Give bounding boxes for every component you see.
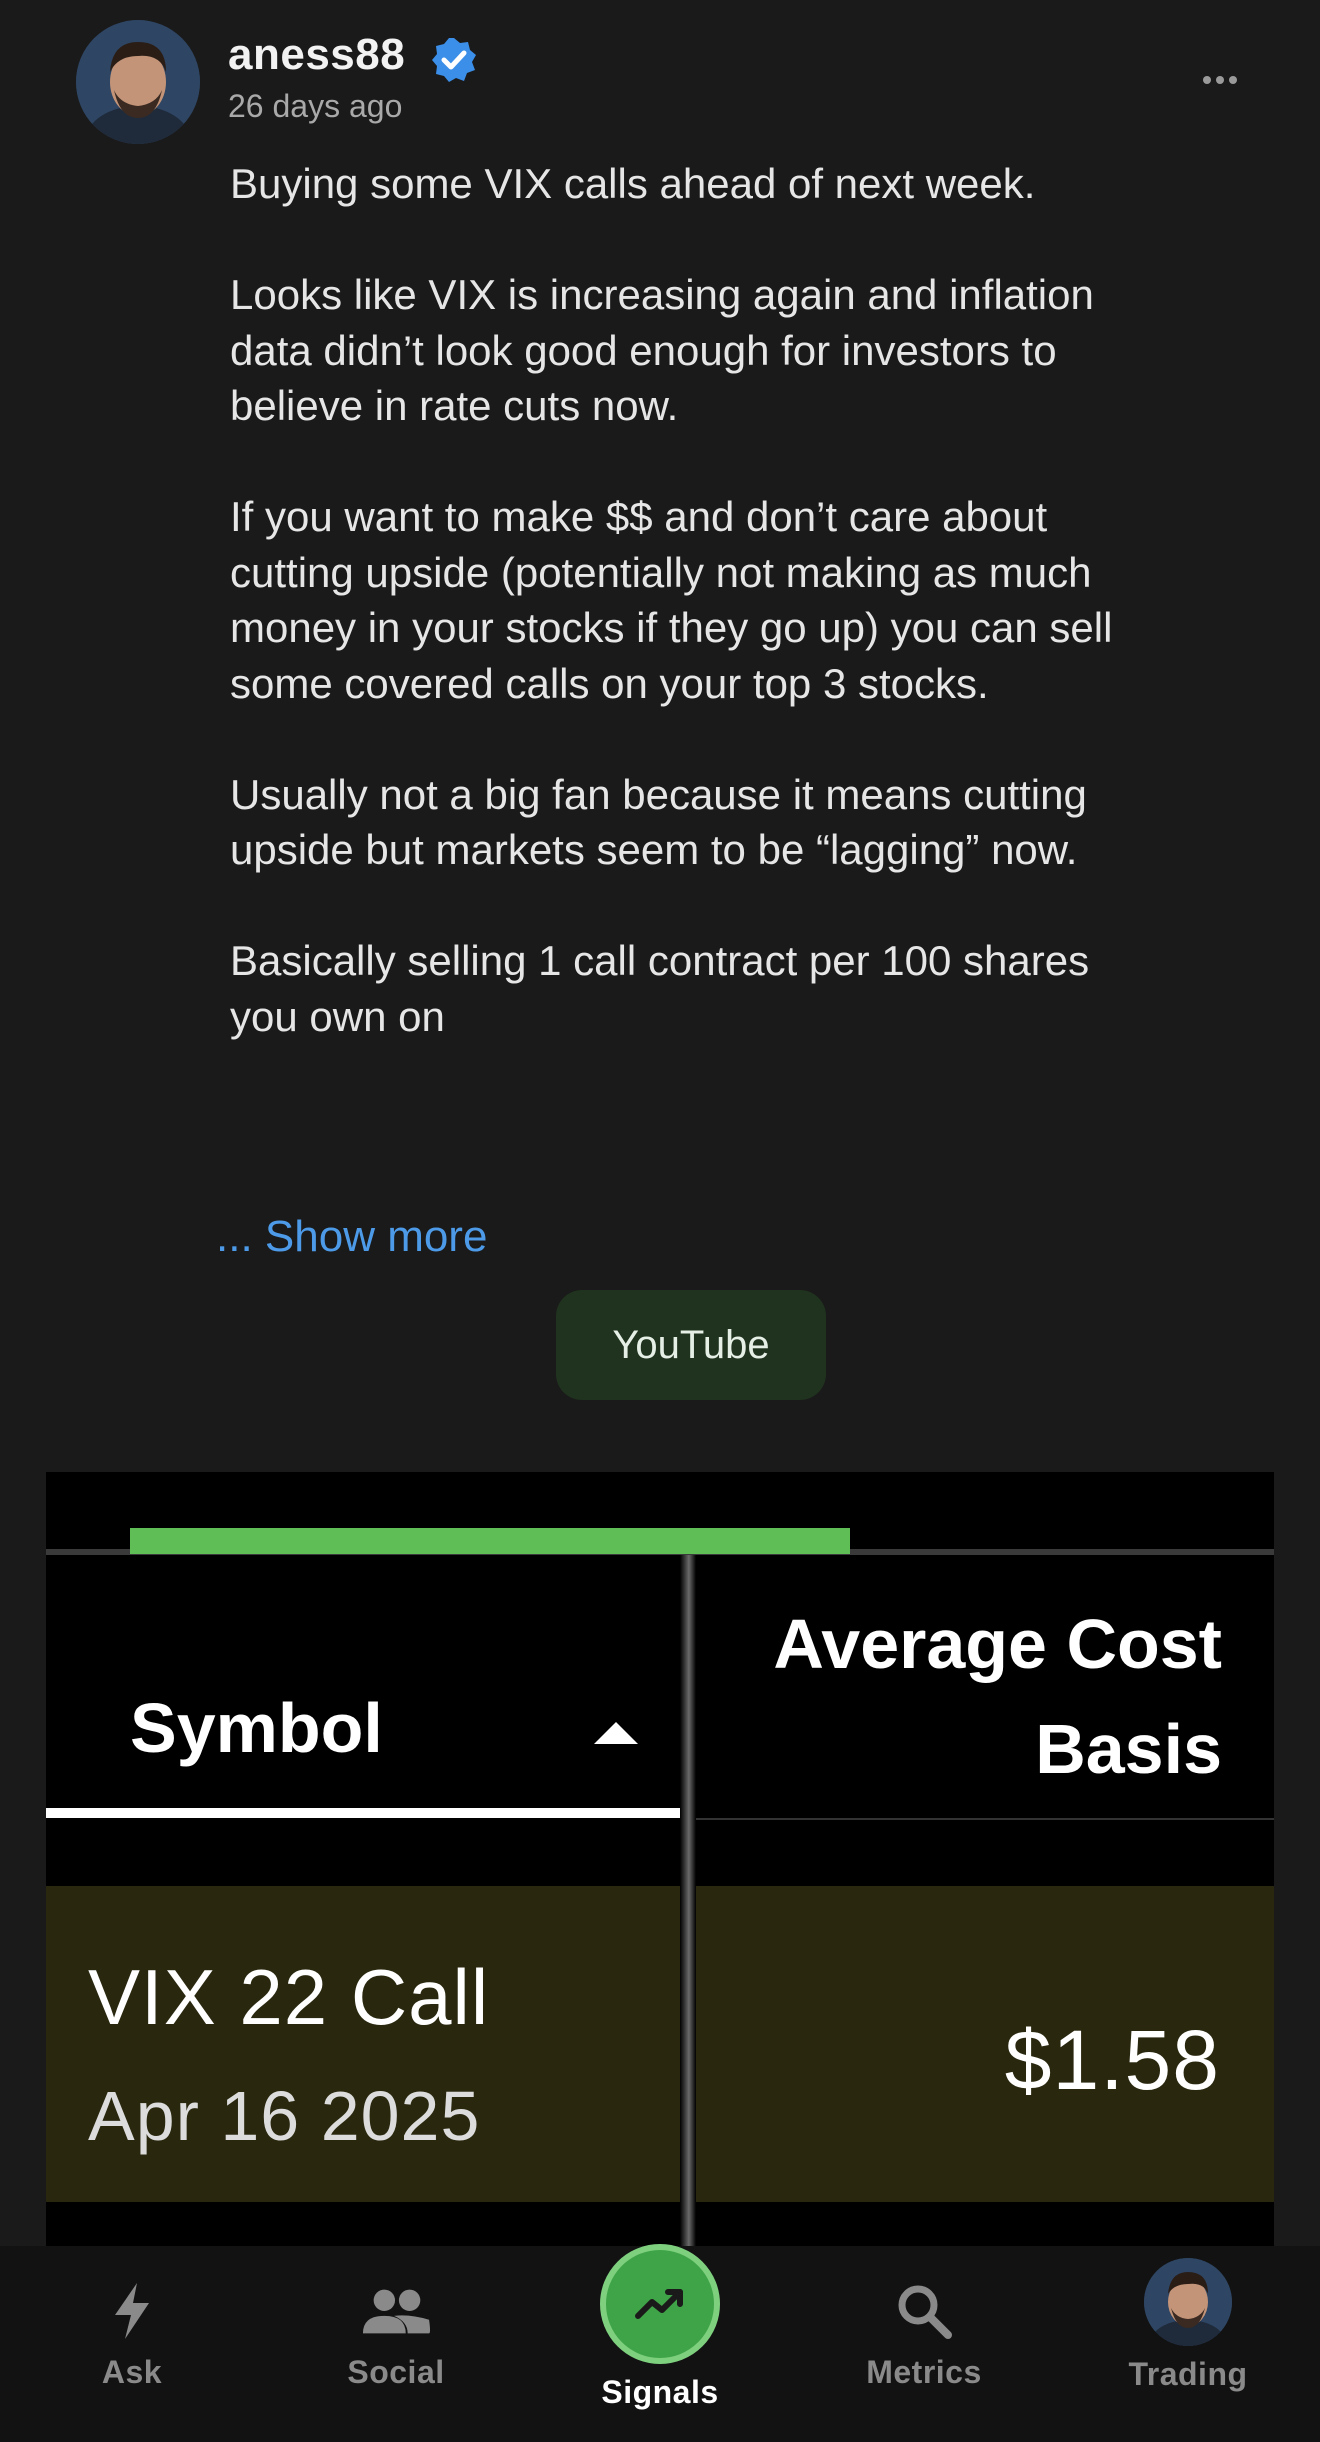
position-expiry: Apr 16 2025: [88, 2077, 481, 2155]
post-body: Buying some VIX calls ahead of next week…: [230, 156, 1150, 1044]
avg-cost-header-line2: Basis: [1035, 1710, 1222, 1788]
author-username[interactable]: aness88: [228, 30, 405, 80]
search-icon: [889, 2276, 959, 2346]
nav-social[interactable]: Social: [296, 2246, 496, 2442]
show-more-link[interactable]: ... Show more: [216, 1212, 487, 1262]
post-paragraph: Usually not a big fan because it means c…: [230, 770, 1087, 874]
nav-signals[interactable]: Signals: [560, 2244, 760, 2442]
avg-header-underline: [696, 1818, 1274, 1820]
symbol-header-underline: [46, 1808, 680, 1818]
lightning-icon: [97, 2276, 167, 2346]
trend-line-icon: [635, 2289, 683, 2319]
post-image[interactable]: Symbol Average Cost Basis VIX 22 Call Ap…: [46, 1472, 1274, 2246]
nav-signals-label: Signals: [601, 2374, 719, 2410]
post-screen: aness88 26 days ago Buying some VIX call…: [0, 0, 1320, 2442]
verified-badge-icon: [432, 38, 476, 82]
avg-cost-column-header: Average Cost Basis: [662, 1592, 1222, 1802]
column-divider: [680, 1555, 696, 2246]
post-paragraph: Basically selling 1 call contract per 10…: [230, 937, 1090, 1040]
image-green-bar: [130, 1528, 850, 1554]
nav-trading-label: Trading: [1128, 2356, 1248, 2392]
nav-ask-label: Ask: [101, 2354, 163, 2390]
post-paragraph: Buying some VIX calls ahead of next week…: [230, 160, 1036, 207]
youtube-tag-button[interactable]: YouTube: [556, 1290, 826, 1400]
post-timestamp: 26 days ago: [228, 88, 403, 124]
post-paragraph: If you want to make $$ and don’t care ab…: [230, 493, 1113, 707]
signals-active-button: [600, 2244, 720, 2364]
author-avatar[interactable]: [76, 20, 200, 144]
position-symbol: VIX 22 Call: [88, 1953, 490, 2041]
more-options-button[interactable]: [1200, 60, 1240, 100]
nav-metrics[interactable]: Metrics: [824, 2246, 1024, 2442]
more-dots-icon: [1203, 76, 1211, 84]
bottom-nav: Ask Social Signals Metrics Trading: [0, 2244, 1320, 2442]
people-icon: [361, 2276, 431, 2346]
trading-avatar: [1144, 2258, 1232, 2346]
post-paragraph: Looks like VIX is increasing again and i…: [230, 271, 1094, 429]
position-avg-cost: $1.58: [1004, 2013, 1220, 2107]
avg-cost-header-line1: Average Cost: [773, 1605, 1222, 1683]
nav-social-label: Social: [347, 2354, 445, 2390]
symbol-column-header: Symbol: [130, 1689, 383, 1767]
nav-metrics-label: Metrics: [866, 2354, 982, 2390]
nav-trading[interactable]: Trading: [1088, 2246, 1288, 2442]
sort-ascending-icon: [594, 1722, 638, 1744]
nav-ask[interactable]: Ask: [32, 2246, 232, 2442]
